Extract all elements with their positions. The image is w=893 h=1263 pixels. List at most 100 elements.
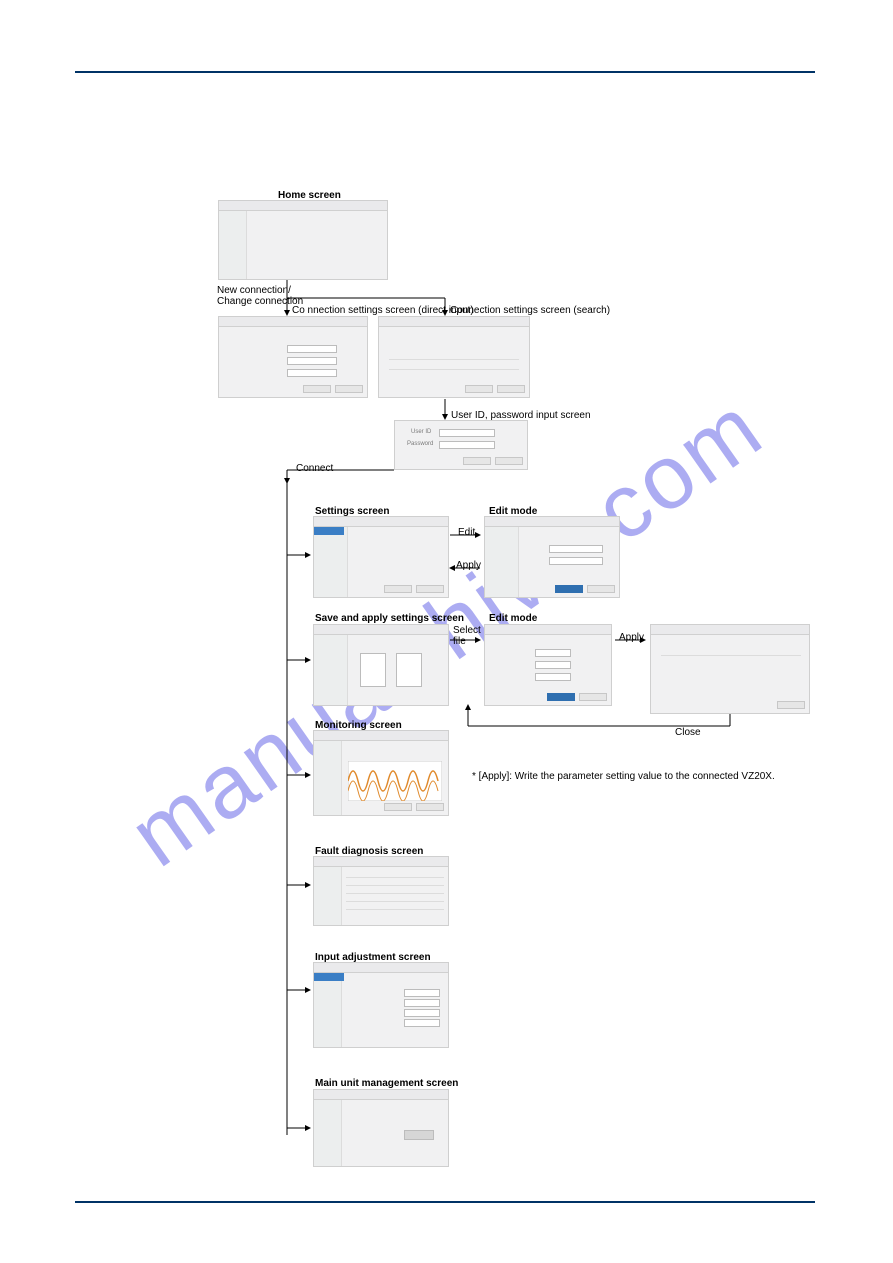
button-strip bbox=[777, 701, 805, 709]
thumb-apply-result bbox=[650, 624, 810, 714]
sidepanel bbox=[314, 635, 348, 705]
table-row bbox=[346, 901, 444, 902]
titlebar bbox=[314, 1090, 448, 1100]
thumb-login: User ID Password bbox=[394, 420, 528, 470]
button-strip bbox=[384, 803, 444, 811]
label-edit: Edit bbox=[458, 527, 475, 538]
cancel-button[interactable] bbox=[463, 457, 491, 465]
label-password: Password bbox=[407, 441, 433, 447]
thumb-home bbox=[218, 200, 388, 280]
password-field[interactable] bbox=[439, 441, 495, 449]
button-strip bbox=[465, 385, 525, 393]
titlebar bbox=[219, 317, 367, 327]
field[interactable] bbox=[549, 545, 603, 553]
sidepanel bbox=[314, 973, 342, 1047]
button[interactable] bbox=[579, 693, 607, 701]
sidepanel bbox=[314, 527, 348, 597]
thumb-edit-save bbox=[484, 624, 612, 706]
thumb-edit-settings bbox=[484, 516, 620, 598]
label-select-file: Select file bbox=[453, 625, 481, 647]
field[interactable] bbox=[535, 649, 571, 657]
thumb-settings bbox=[313, 516, 449, 598]
button-strip bbox=[547, 693, 607, 701]
field[interactable] bbox=[287, 369, 337, 377]
thumb-main-unit bbox=[313, 1089, 449, 1167]
titlebar bbox=[314, 963, 448, 973]
waveform-icon bbox=[348, 761, 442, 801]
close-button[interactable] bbox=[777, 701, 805, 709]
cell[interactable] bbox=[404, 989, 440, 997]
label-connect: Connect bbox=[296, 463, 333, 474]
apply-button[interactable] bbox=[547, 693, 575, 701]
button[interactable] bbox=[587, 585, 615, 593]
table-row bbox=[346, 877, 444, 878]
button-strip bbox=[384, 585, 444, 593]
apply-button[interactable] bbox=[555, 585, 583, 593]
divider bbox=[661, 655, 801, 656]
button[interactable] bbox=[497, 385, 525, 393]
cell[interactable] bbox=[404, 1019, 440, 1027]
table-row bbox=[346, 909, 444, 910]
rule-top bbox=[75, 71, 815, 73]
button[interactable] bbox=[465, 385, 493, 393]
table-row bbox=[346, 893, 444, 894]
label-apply-1: Apply bbox=[456, 560, 481, 571]
label-user-id: User ID bbox=[411, 429, 431, 435]
titlebar bbox=[485, 625, 611, 635]
button[interactable] bbox=[384, 585, 412, 593]
label-save-apply: Save and apply settings screen bbox=[315, 613, 464, 624]
file-card[interactable] bbox=[396, 653, 422, 687]
button-strip bbox=[555, 585, 615, 593]
list-row bbox=[389, 359, 519, 360]
cell[interactable] bbox=[404, 1009, 440, 1017]
label-connection-direct: Co nnection settings screen (direct inpu… bbox=[292, 305, 474, 316]
thumb-fault bbox=[313, 856, 449, 926]
button[interactable] bbox=[404, 1130, 434, 1140]
thumb-conn-search bbox=[378, 316, 530, 398]
titlebar bbox=[485, 517, 619, 527]
cell[interactable] bbox=[404, 999, 440, 1007]
sidepanel bbox=[485, 527, 519, 597]
sidepanel bbox=[314, 1100, 342, 1166]
label-connection-search: Connection settings screen (search) bbox=[450, 305, 610, 316]
thumb-conn-direct bbox=[218, 316, 368, 398]
button[interactable] bbox=[416, 585, 444, 593]
field[interactable] bbox=[287, 357, 337, 365]
button[interactable] bbox=[303, 385, 331, 393]
table-row bbox=[346, 885, 444, 886]
sidepanel bbox=[314, 867, 342, 925]
rule-bottom bbox=[75, 1201, 815, 1203]
field[interactable] bbox=[287, 345, 337, 353]
button-strip bbox=[463, 457, 523, 465]
manual-page: manualshive.com bbox=[0, 0, 893, 1263]
titlebar bbox=[314, 625, 448, 635]
button-strip bbox=[303, 385, 363, 393]
label-main-unit: Main unit management screen bbox=[315, 1078, 458, 1089]
titlebar bbox=[379, 317, 529, 327]
label-new-change-connection: New connection/ Change connection bbox=[217, 285, 303, 307]
ok-button[interactable] bbox=[495, 457, 523, 465]
titlebar bbox=[219, 201, 387, 211]
titlebar bbox=[314, 731, 448, 741]
titlebar bbox=[314, 517, 448, 527]
label-edit-mode-2: Edit mode bbox=[489, 613, 537, 624]
field[interactable] bbox=[535, 673, 571, 681]
thumb-save-apply bbox=[313, 624, 449, 706]
list-row bbox=[389, 369, 519, 370]
file-card[interactable] bbox=[360, 653, 386, 687]
tab-active[interactable] bbox=[314, 527, 344, 535]
thumb-input-adj bbox=[313, 962, 449, 1048]
button[interactable] bbox=[416, 803, 444, 811]
label-apply-2: Apply bbox=[619, 632, 644, 643]
button[interactable] bbox=[335, 385, 363, 393]
titlebar bbox=[651, 625, 809, 635]
field[interactable] bbox=[535, 661, 571, 669]
button[interactable] bbox=[384, 803, 412, 811]
label-close: Close bbox=[675, 727, 701, 738]
sidepanel bbox=[314, 741, 342, 815]
tab-active[interactable] bbox=[314, 973, 344, 981]
field[interactable] bbox=[549, 557, 603, 565]
user-id-field[interactable] bbox=[439, 429, 495, 437]
note-apply: * [Apply]: Write the parameter setting v… bbox=[472, 771, 775, 782]
titlebar bbox=[314, 857, 448, 867]
